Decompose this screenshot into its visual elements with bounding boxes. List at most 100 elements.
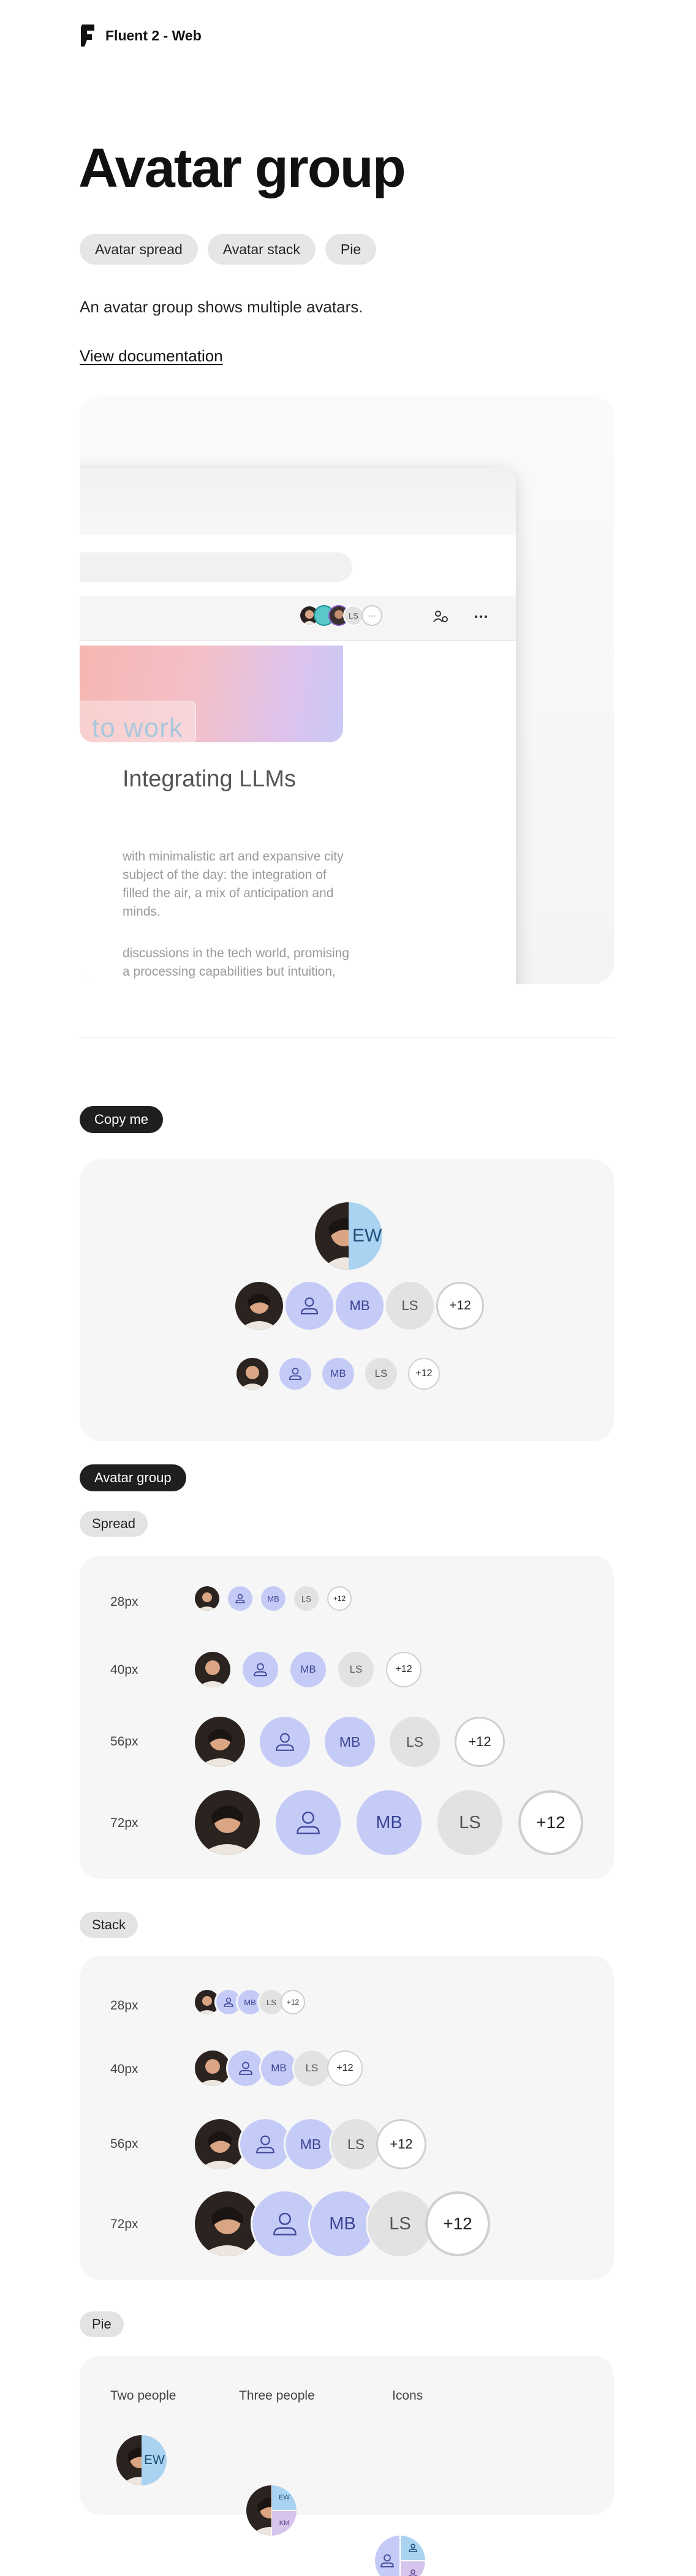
- avatar-person: [286, 1282, 333, 1330]
- fluent-logo-icon: [81, 24, 94, 47]
- tag-list: Avatar spread Avatar stack Pie: [80, 234, 377, 265]
- portrait-icon: [239, 1366, 266, 1390]
- person-icon: [235, 1594, 245, 1603]
- pie-column-two-people: Two people: [110, 2389, 176, 2403]
- spread-row-56[interactable]: MB LS +12: [195, 1717, 505, 1767]
- avatar-ls: LS: [294, 2051, 330, 2086]
- spread-row-28[interactable]: MB LS +12: [195, 1586, 352, 1611]
- size-label-56: 56px: [110, 1734, 138, 1749]
- tag-avatar-stack[interactable]: Avatar stack: [207, 234, 316, 265]
- avatar-person: [216, 1990, 241, 2014]
- article-heading: Integrating LLMs: [123, 766, 297, 792]
- avatar-overflow[interactable]: +12: [281, 1990, 305, 2014]
- pie-label[interactable]: Pie: [80, 2311, 124, 2337]
- toolbar-avatar-group[interactable]: LS ···: [299, 605, 382, 626]
- person-icon: [409, 2569, 417, 2576]
- avatar-overflow[interactable]: +12: [408, 1358, 440, 1390]
- avatar-photo: [195, 1586, 219, 1611]
- spread-label[interactable]: Spread: [80, 1511, 148, 1537]
- toolbar-avatar-ls: LS: [343, 605, 364, 626]
- spread-row-72[interactable]: MB LS +12: [195, 1790, 583, 1855]
- avatar-overflow[interactable]: +12: [386, 1652, 422, 1687]
- avatar-mb: MB: [336, 1282, 384, 1330]
- portrait-icon: [197, 1996, 218, 2014]
- avatar-ls: LS: [386, 1282, 434, 1330]
- spread-card: 28px MB LS +12 40px MB LS +12 56px MB LS…: [80, 1556, 614, 1879]
- avatar-mb: MB: [310, 2191, 375, 2256]
- pie-card: Two people Three people Icons EW EW KM: [80, 2356, 614, 2576]
- person-icon-half: [375, 2536, 399, 2576]
- avatar-photo-half: [315, 1202, 349, 1270]
- avatar-mb: MB: [286, 2119, 336, 2169]
- size-label-72: 72px: [110, 1816, 138, 1830]
- person-icon: [273, 2212, 297, 2235]
- portrait-icon: [199, 1729, 241, 1767]
- portrait-icon: [250, 2498, 271, 2536]
- avatar-mb: MB: [261, 1586, 286, 1611]
- pie-column-icons: Icons: [392, 2389, 423, 2403]
- stack-row-72[interactable]: MB LS +12: [195, 2191, 490, 2256]
- avatar-group-label[interactable]: Avatar group: [80, 1464, 186, 1491]
- avatar-mb: MB: [290, 1652, 326, 1687]
- tag-avatar-spread[interactable]: Avatar spread: [80, 234, 198, 265]
- pie-column-three-people: Three people: [239, 2389, 315, 2403]
- app-window-mock: LS ··· to work Integrating LLMs with min…: [80, 468, 516, 984]
- avatar-overflow[interactable]: +12: [376, 2119, 426, 2169]
- avatar-person: [260, 1717, 310, 1767]
- avatar-ew-half: EW: [142, 2435, 167, 2485]
- stack-row-28[interactable]: MB LS +12: [195, 1990, 305, 2014]
- stack-label[interactable]: Stack: [80, 1912, 138, 1938]
- stack-row-56[interactable]: MB LS +12: [195, 2119, 426, 2169]
- portrait-icon: [197, 1660, 228, 1687]
- view-documentation-link[interactable]: View documentation: [80, 347, 223, 366]
- page-description: An avatar group shows multiple avatars.: [80, 298, 363, 316]
- avatar-overflow[interactable]: +12: [327, 1586, 352, 1611]
- pie-avatar-two[interactable]: EW: [315, 1202, 382, 1270]
- avatar-ls: LS: [365, 1358, 397, 1390]
- portrait-icon: [199, 2131, 241, 2169]
- avatar-overflow[interactable]: +12: [327, 2051, 363, 2086]
- stack-row-40[interactable]: MB LS +12: [195, 2051, 363, 2086]
- spread-row-40[interactable]: MB LS +12: [195, 1652, 422, 1687]
- avatar-photo-half: [116, 2435, 142, 2485]
- avatar-mb: MB: [357, 1790, 422, 1855]
- avatar-mb: MB: [325, 1717, 375, 1767]
- avatar-person: [228, 2051, 263, 2086]
- avatar-overflow[interactable]: +12: [436, 1282, 484, 1330]
- brand[interactable]: Fluent 2 - Web: [80, 23, 202, 48]
- avatar-mb: MB: [322, 1358, 354, 1390]
- copy-me-avatar-row-large[interactable]: MB LS +12: [235, 1282, 484, 1330]
- pie-avatar-two-people[interactable]: EW: [116, 2435, 167, 2485]
- people-settings-icon[interactable]: [432, 608, 450, 625]
- size-label-40: 40px: [110, 2062, 138, 2076]
- avatar-ls: LS: [331, 2119, 381, 2169]
- person-icon: [409, 2544, 417, 2552]
- portrait-icon: [120, 2447, 142, 2485]
- copy-me-label[interactable]: Copy me: [80, 1106, 164, 1133]
- pie-avatar-three-people[interactable]: EW KM: [246, 2485, 297, 2536]
- pie-avatar-icons[interactable]: [375, 2536, 425, 2576]
- copy-me-avatar-row-small[interactable]: MB LS +12: [236, 1358, 440, 1390]
- more-options-icon[interactable]: [472, 608, 490, 625]
- preview-illustration: LS ··· to work Integrating LLMs with min…: [80, 396, 614, 984]
- avatar-photo: [236, 1358, 268, 1390]
- person-icon-quarter-purple: [401, 2561, 425, 2576]
- portrait-icon: [239, 1294, 279, 1330]
- avatar-mb: MB: [261, 2051, 297, 2086]
- tag-pie[interactable]: Pie: [325, 234, 377, 265]
- person-icon: [276, 1733, 294, 1751]
- avatar-photo: [235, 1282, 283, 1330]
- portrait-icon: [197, 1592, 218, 1611]
- avatar-ls: LS: [390, 1717, 440, 1767]
- avatar-photo: [195, 1717, 245, 1767]
- avatar-photo: [195, 1652, 230, 1687]
- toolbar-avatar-more: ···: [361, 605, 382, 626]
- avatar-overflow[interactable]: +12: [518, 1790, 583, 1855]
- person-icon: [224, 1997, 233, 2007]
- avatar-ls: LS: [368, 2191, 433, 2256]
- avatar-overflow[interactable]: +12: [455, 1717, 505, 1767]
- avatar-photo: [195, 2191, 260, 2256]
- avatar-overflow[interactable]: +12: [425, 2191, 490, 2256]
- avatar-person: [243, 1652, 278, 1687]
- portrait-icon: [321, 1218, 349, 1270]
